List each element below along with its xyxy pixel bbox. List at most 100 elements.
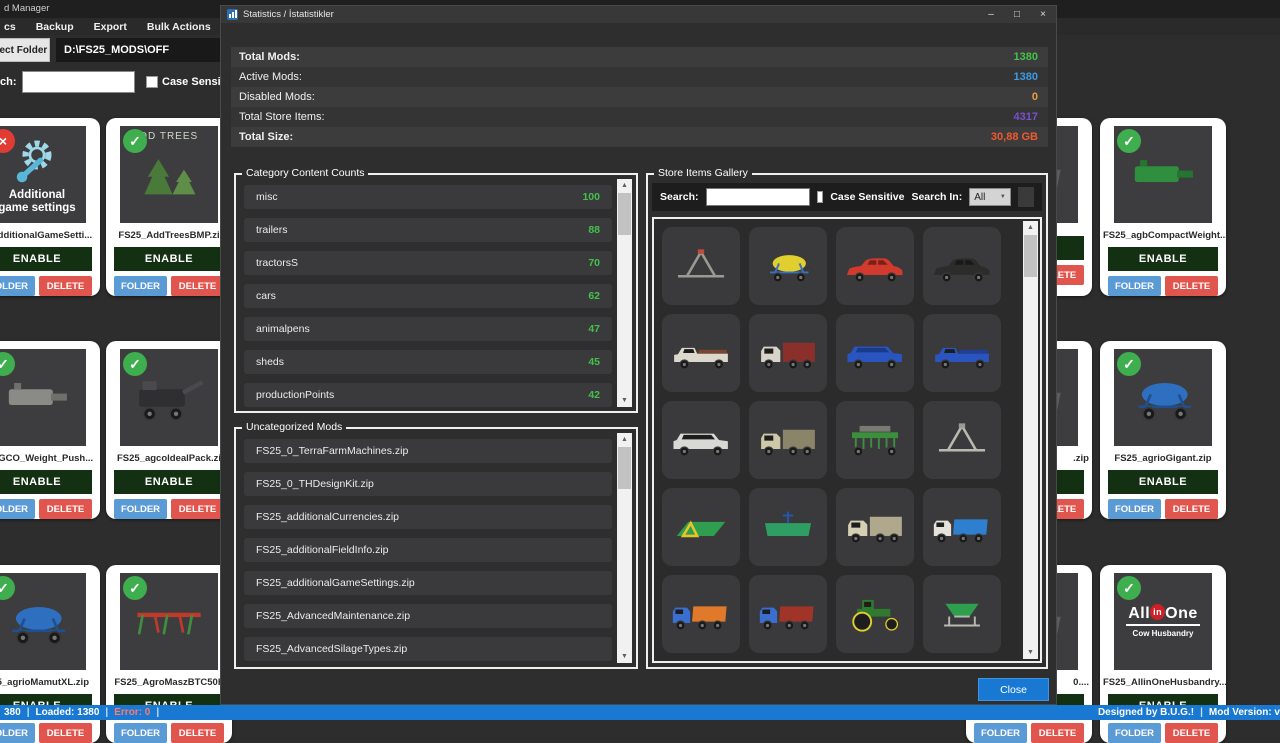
category-row[interactable]: productionPoints 42	[244, 383, 612, 407]
scroll-up-arrow-icon[interactable]: ▲	[1023, 221, 1038, 234]
gallery-case-sensitive-checkbox[interactable]	[817, 191, 824, 203]
gallery-search-input[interactable]	[706, 188, 810, 206]
menu-item-backup[interactable]: Backup	[36, 21, 74, 33]
uncategorized-mod-row[interactable]: FS25_AdvancedSilageTypes.zip	[244, 637, 612, 661]
folder-button[interactable]: FOLDER	[0, 276, 35, 296]
menu-item-export[interactable]: Export	[94, 21, 127, 33]
enable-button[interactable]: ENABLE	[1108, 470, 1218, 494]
dump-image	[930, 506, 994, 548]
folder-button[interactable]: FOLDER	[1108, 499, 1161, 519]
store-item-tile[interactable]	[836, 662, 914, 663]
search-input[interactable]	[22, 71, 135, 93]
maximize-icon[interactable]: □	[1004, 6, 1030, 23]
delete-button[interactable]: DELETE	[171, 276, 224, 296]
menu-item-cs[interactable]: cs	[4, 21, 16, 33]
store-item-tile[interactable]	[923, 575, 1001, 653]
category-row[interactable]: cars 62	[244, 284, 612, 308]
list-scrollbar-thumb[interactable]	[618, 193, 631, 235]
case-sensitive-checkbox[interactable]	[146, 76, 158, 88]
scroll-up-arrow-icon[interactable]: ▲	[617, 433, 632, 446]
enable-button[interactable]: ENABLE	[0, 247, 92, 271]
close-icon[interactable]: ×	[1030, 6, 1056, 23]
uncategorized-mod-row[interactable]: FS25_AdvancedMaintenance.zip	[244, 604, 612, 628]
gallery-case-sensitive-label: Case Sensitive	[830, 191, 904, 203]
enable-button[interactable]: ENABLE	[1108, 247, 1218, 271]
uncategorized-mod-row[interactable]: FS25_0_THDesignKit.zip	[244, 472, 612, 496]
category-count: 62	[588, 290, 612, 302]
folder-button[interactable]: FOLDER	[0, 499, 35, 519]
store-item-tile[interactable]	[836, 575, 914, 653]
minimize-icon[interactable]: –	[978, 6, 1004, 23]
enable-button[interactable]: ENABLE	[0, 470, 92, 494]
delete-button[interactable]: DELETE	[171, 499, 224, 519]
store-item-tile[interactable]	[923, 488, 1001, 566]
folder-button[interactable]: FOLDER	[114, 723, 167, 743]
category-row[interactable]: tractorsS 70	[244, 251, 612, 275]
store-item-tile[interactable]	[749, 314, 827, 392]
store-item-tile[interactable]	[923, 227, 1001, 305]
uncategorized-mod-filename: FS25_additionalFieldInfo.zip	[244, 544, 389, 556]
folder-button[interactable]: FOLDER	[114, 499, 167, 519]
list-scrollbar[interactable]: ▲ ▼	[617, 433, 632, 663]
category-row[interactable]: animalpens 47	[244, 317, 612, 341]
category-row[interactable]: trailers 88	[244, 218, 612, 242]
store-item-tile[interactable]	[749, 488, 827, 566]
delete-button[interactable]: DELETE	[171, 723, 224, 743]
store-item-tile[interactable]	[662, 662, 740, 663]
store-item-tile[interactable]	[662, 488, 740, 566]
scroll-down-arrow-icon[interactable]: ▼	[617, 394, 632, 407]
store-item-tile[interactable]	[836, 314, 914, 392]
delete-button[interactable]: DELETE	[1165, 276, 1218, 296]
stat-row: Total Store Items: 4317	[231, 107, 1048, 127]
gallery-scrollbar-thumb[interactable]	[1024, 235, 1037, 277]
folder-button[interactable]: FOLDER	[1108, 276, 1161, 296]
gallery-scrollbar[interactable]: ▲ ▼	[1023, 221, 1038, 659]
list-scrollbar-thumb[interactable]	[618, 447, 631, 489]
close-button[interactable]: Close	[978, 678, 1049, 701]
store-item-tile[interactable]	[749, 227, 827, 305]
store-item-tile[interactable]	[749, 662, 827, 663]
delete-button[interactable]: DELETE	[1031, 723, 1084, 743]
enable-button[interactable]: ENABLE	[114, 470, 224, 494]
store-item-tile[interactable]	[836, 227, 914, 305]
delete-button[interactable]: DELETE	[1165, 499, 1218, 519]
select-folder-button[interactable]: lect Folder	[0, 38, 50, 62]
statistics-dialog-icon	[227, 9, 238, 20]
uncategorized-mod-row[interactable]: FS25_additionalGameSettings.zip	[244, 571, 612, 595]
delete-button[interactable]: DELETE	[39, 499, 92, 519]
store-item-tile[interactable]	[662, 575, 740, 653]
store-item-tile[interactable]	[836, 488, 914, 566]
uncategorized-mod-row[interactable]: FS25_additionalCurrencies.zip	[244, 505, 612, 529]
category-row[interactable]: misc 100	[244, 185, 612, 209]
delete-button[interactable]: DELETE	[39, 276, 92, 296]
delete-button[interactable]: DELETE	[1165, 723, 1218, 743]
store-item-tile[interactable]	[662, 314, 740, 392]
stat-value: 4317	[1014, 111, 1048, 123]
store-item-tile[interactable]	[923, 401, 1001, 479]
store-item-tile[interactable]	[923, 314, 1001, 392]
store-item-tile[interactable]	[749, 401, 827, 479]
menu-item-bulk-actions[interactable]: Bulk Actions	[147, 21, 211, 33]
scroll-down-arrow-icon[interactable]: ▼	[617, 650, 632, 663]
folder-button[interactable]: FOLDER	[114, 276, 167, 296]
enable-button[interactable]: ENABLE	[114, 247, 224, 271]
uncategorized-mod-row[interactable]: FS25_0_TerraFarmMachines.zip	[244, 439, 612, 463]
store-item-tile[interactable]	[662, 401, 740, 479]
store-item-tile[interactable]	[836, 401, 914, 479]
store-item-tile[interactable]	[923, 662, 1001, 663]
uncategorized-mod-row[interactable]: FS25_additionalFieldInfo.zip	[244, 538, 612, 562]
list-scrollbar[interactable]: ▲ ▼	[617, 179, 632, 407]
folder-button[interactable]: FOLDER	[0, 723, 35, 743]
store-item-tile[interactable]	[749, 575, 827, 653]
delete-button[interactable]: DELETE	[39, 723, 92, 743]
folder-button[interactable]: FOLDER	[1108, 723, 1161, 743]
category-row[interactable]: sheds 45	[244, 350, 612, 374]
mod-card: ✓ FS25_agbCompactWeight.... ENABLE FOLDE…	[1100, 118, 1226, 296]
dialog-titlebar[interactable]: Statistics / İstatistikler – □ ×	[221, 6, 1056, 23]
scroll-down-arrow-icon[interactable]: ▼	[1023, 646, 1038, 659]
seeder-image	[843, 419, 907, 461]
store-item-tile[interactable]	[662, 227, 740, 305]
search-in-dropdown[interactable]: All ▼	[969, 188, 1011, 206]
folder-button[interactable]: FOLDER	[974, 723, 1027, 743]
scroll-up-arrow-icon[interactable]: ▲	[617, 179, 632, 192]
